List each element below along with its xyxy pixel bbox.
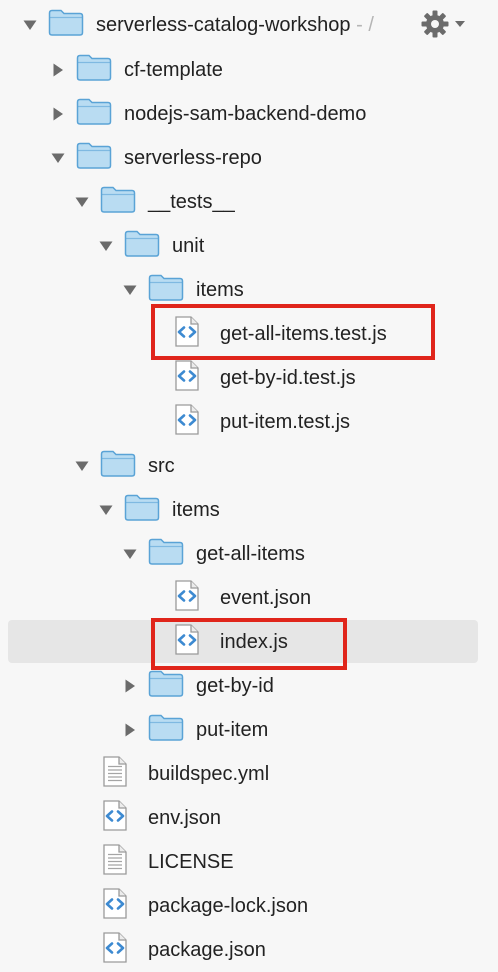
code-file-icon — [174, 360, 200, 397]
tree-item-env-json[interactable]: env.json — [0, 796, 498, 840]
triangle-right-icon[interactable] — [50, 62, 66, 78]
tree-item-get-by-id[interactable]: get-by-id — [0, 664, 498, 708]
tree-item-get-all-items[interactable]: get-all-items — [0, 532, 498, 576]
triangle-down-icon[interactable] — [98, 238, 114, 254]
code-file-icon — [174, 404, 200, 441]
tree-item-put-item-test-js[interactable]: put-item.test.js — [0, 400, 498, 444]
tree-item-label: get-by-id — [196, 675, 274, 697]
file-tree: serverless-catalog-workshop - / cf-templ… — [0, 0, 498, 952]
tree-item-label: serverless-repo — [124, 147, 262, 169]
folder-icon — [148, 538, 184, 571]
folder-icon — [124, 230, 160, 263]
folder-icon — [76, 98, 112, 131]
settings-menu-button[interactable] — [420, 10, 470, 42]
folder-icon — [148, 274, 184, 307]
triangle-down-icon[interactable] — [122, 546, 138, 562]
folder-icon — [100, 450, 136, 483]
tree-item-label: env.json — [148, 807, 222, 829]
tree-item-label: items — [196, 279, 244, 301]
text-file-icon — [102, 756, 128, 793]
tree-item-event-json[interactable]: event.json — [0, 576, 498, 620]
highlight-box-get-all-items-test — [151, 304, 435, 360]
code-file-icon — [174, 580, 200, 617]
tree-item-label: buildspec.yml — [148, 763, 270, 785]
tree-item-src-items[interactable]: items — [0, 488, 498, 532]
code-file-icon — [102, 888, 128, 925]
tree-item-put-item[interactable]: put-item — [0, 708, 498, 752]
tree-item-buildspec-yml[interactable]: buildspec.yml — [0, 752, 498, 796]
folder-icon — [148, 714, 184, 747]
triangle-down-icon[interactable] — [74, 458, 90, 474]
tree-item-cf-template[interactable]: cf-template — [0, 48, 498, 92]
tree-item-label: package.json — [148, 939, 266, 961]
tree-item-label: __tests__ — [148, 191, 235, 213]
tree-item-serverless-repo[interactable]: serverless-repo — [0, 136, 498, 180]
triangle-down-icon[interactable] — [98, 502, 114, 518]
folder-icon — [148, 670, 184, 703]
tree-item-label: get-by-id.test.js — [220, 367, 356, 389]
tree-item-label: unit — [172, 235, 205, 257]
tree-item-label: cf-template — [124, 59, 223, 81]
tree-item-nodejs-sam-backend-demo[interactable]: nodejs-sam-backend-demo — [0, 92, 498, 136]
triangle-down-icon[interactable] — [122, 282, 138, 298]
code-file-icon — [102, 932, 128, 969]
tree-item-package-lock-json[interactable]: package-lock.json — [0, 884, 498, 928]
tree-item-label: src — [148, 455, 175, 477]
tree-item-get-by-id-test-js[interactable]: get-by-id.test.js — [0, 356, 498, 400]
tree-item-label: nodejs-sam-backend-demo — [124, 103, 367, 125]
tree-item-tests[interactable]: __tests__ — [0, 180, 498, 224]
tree-item-src[interactable]: src — [0, 444, 498, 488]
triangle-right-icon[interactable] — [50, 106, 66, 122]
gear-icon — [420, 9, 450, 44]
folder-icon — [48, 9, 84, 42]
tree-item-label: put-item.test.js — [220, 411, 351, 433]
folder-icon — [100, 186, 136, 219]
triangle-right-icon[interactable] — [122, 678, 138, 694]
triangle-down-icon[interactable] — [22, 17, 38, 33]
tree-item-unit[interactable]: unit — [0, 224, 498, 268]
triangle-down-icon[interactable] — [50, 150, 66, 166]
folder-icon — [76, 142, 112, 175]
tree-item-label: event.json — [220, 587, 312, 609]
tree-item-label: LICENSE — [148, 851, 234, 873]
chevron-down-icon — [454, 17, 466, 35]
folder-icon — [76, 54, 112, 87]
tree-item-label: get-all-items — [196, 543, 305, 565]
tree-item-label: package-lock.json — [148, 895, 309, 917]
root-path-suffix: - / — [350, 14, 374, 36]
tree-item-label: items — [172, 499, 220, 521]
text-file-icon — [102, 844, 128, 881]
root-folder-label: serverless-catalog-workshop — [96, 14, 351, 36]
triangle-down-icon[interactable] — [74, 194, 90, 210]
tree-item-license[interactable]: LICENSE — [0, 840, 498, 884]
code-file-icon — [102, 800, 128, 837]
tree-item-package-json[interactable]: package.json — [0, 928, 498, 972]
folder-icon — [124, 494, 160, 527]
triangle-right-icon[interactable] — [122, 722, 138, 738]
highlight-box-index-js — [151, 618, 347, 670]
tree-item-label: put-item — [196, 719, 269, 741]
